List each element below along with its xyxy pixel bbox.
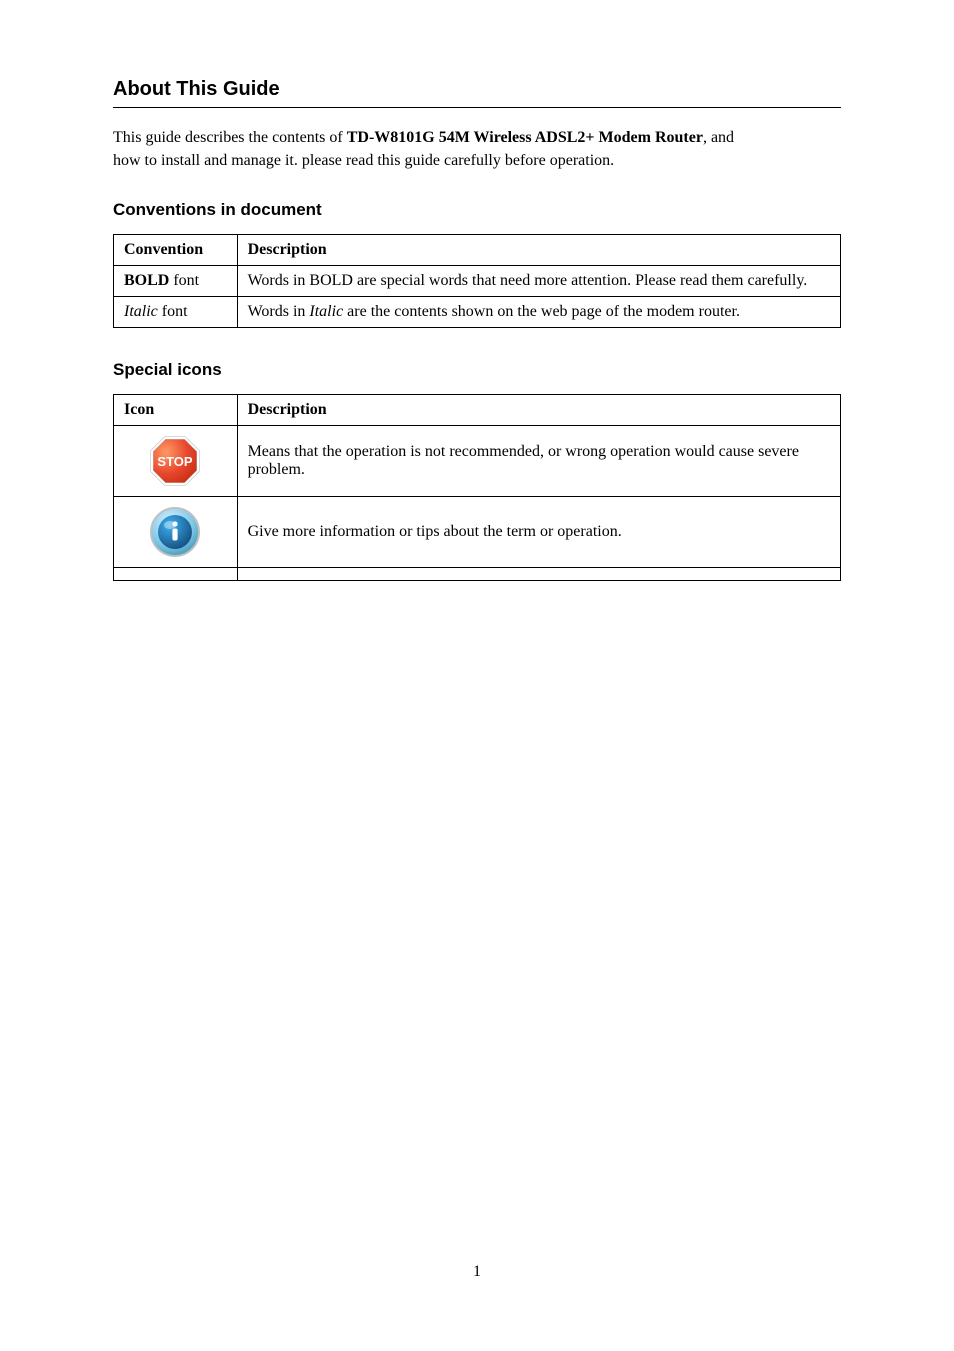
special-icons-heading: Special icons [113, 360, 841, 380]
intro-part-a: This guide describes the contents of [113, 129, 347, 146]
bold-label: BOLD [124, 272, 169, 289]
row2-right-c: are the contents shown on the web page o… [343, 303, 740, 320]
conventions-heading: Conventions in document [113, 200, 841, 220]
special-icons-table: Icon Description [113, 394, 841, 581]
table2-row3-left [114, 568, 238, 581]
stop-icon: STOP [146, 432, 204, 490]
intro-part-c: , and [703, 129, 734, 146]
conventions-table: Convention Description BOLD font Words i… [113, 234, 841, 328]
product-name: TD-W8101G 54M Wireless ADSL2+ Modem Rout… [347, 129, 703, 146]
intro-paragraph: This guide describes the contents of TD-… [113, 126, 841, 172]
table1-row1-right: Words in BOLD are special words that nee… [237, 266, 840, 297]
italic-label-suffix: font [158, 303, 188, 320]
stop-icon-cell: STOP [114, 426, 238, 497]
bold-label-suffix: font [169, 272, 199, 289]
table2-row1-desc: Means that the operation is not recommen… [237, 426, 840, 497]
svg-text:STOP: STOP [158, 454, 193, 469]
page-number: 1 [0, 1263, 954, 1281]
table-row: STOP Means that the operation is not rec… [114, 426, 841, 497]
table2-header-description: Description [237, 395, 840, 426]
table-row: Italic font Words in Italic are the cont… [114, 297, 841, 328]
info-icon-cell [114, 497, 238, 568]
table2-row3-right [237, 568, 840, 581]
table-row: Give more information or tips about the … [114, 497, 841, 568]
table1-header-convention: Convention [114, 235, 238, 266]
row2-right-b: Italic [309, 303, 343, 320]
italic-label: Italic [124, 303, 158, 320]
table1-row2-left: Italic font [114, 297, 238, 328]
page-title: About This Guide [113, 78, 841, 108]
table1-header-description: Description [237, 235, 840, 266]
table2-row2-desc: Give more information or tips about the … [237, 497, 840, 568]
table1-row2-right: Words in Italic are the contents shown o… [237, 297, 840, 328]
table-row: BOLD font Words in BOLD are special word… [114, 266, 841, 297]
table-row [114, 568, 841, 581]
table1-row1-left: BOLD font [114, 266, 238, 297]
row2-right-a: Words in [248, 303, 310, 320]
info-icon [146, 503, 204, 561]
table2-header-icon: Icon [114, 395, 238, 426]
intro-line2: how to install and manage it. please rea… [113, 152, 614, 169]
